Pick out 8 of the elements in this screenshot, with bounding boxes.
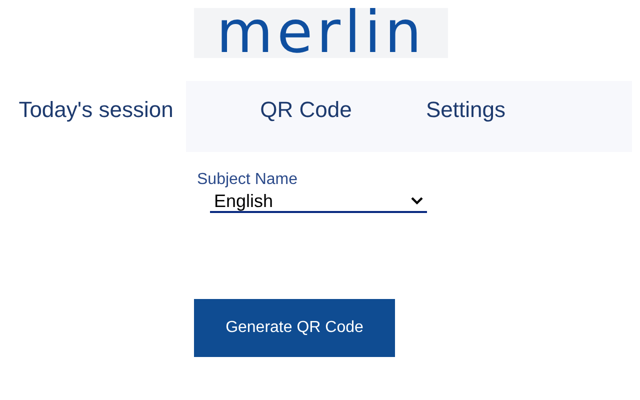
tab[interactable]: Today's session (6, 81, 186, 152)
merlin-logo: merlin (194, 8, 448, 58)
tab[interactable]: Settings (426, 81, 506, 138)
generate-button[interactable]: Generate QR Code (194, 299, 395, 357)
field-label: Subject Name (197, 171, 298, 189)
subject-dropdown[interactable]: English (210, 191, 427, 213)
tab[interactable]: QR Code (186, 81, 426, 138)
chevron-down-icon (411, 197, 423, 205)
